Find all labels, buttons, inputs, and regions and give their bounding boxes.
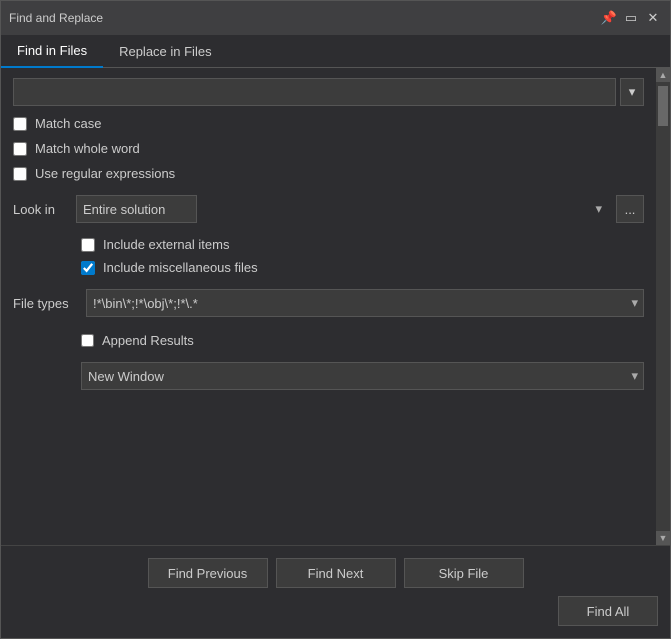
include-options: Include external items Include miscellan… [13,235,644,275]
restore-icon: ▭ [625,10,637,26]
secondary-button-row: Find All [13,596,658,626]
match-case-row: Match case [13,116,644,131]
append-results-row: Append Results [13,333,644,348]
scroll-thumb[interactable] [658,86,668,126]
output-select-wrapper: New Window Results Window 1 Results Wind… [81,362,644,390]
search-row: ▾ [13,78,644,106]
file-types-input-wrapper [86,289,644,317]
pin-icon: 📌 [601,10,617,26]
restore-button[interactable]: ▭ [622,9,640,27]
main-area: ▾ Match case Match whole word Use regula… [1,68,670,545]
look-in-select-wrapper: Entire solution Current Project Current … [76,195,608,223]
match-whole-word-label[interactable]: Match whole word [35,141,140,156]
search-input[interactable] [13,78,616,106]
tab-replace-in-files[interactable]: Replace in Files [103,35,228,67]
match-whole-word-checkbox[interactable] [13,142,27,156]
find-next-button[interactable]: Find Next [276,558,396,588]
output-select-row: New Window Results Window 1 Results Wind… [13,362,644,390]
append-results-label[interactable]: Append Results [102,333,194,348]
file-types-label: File types [13,296,78,311]
include-external-row: Include external items [81,237,644,252]
scroll-down-arrow[interactable]: ▼ [656,531,670,545]
look-in-select[interactable]: Entire solution Current Project Current … [76,195,197,223]
match-case-checkbox[interactable] [13,117,27,131]
search-dropdown-button[interactable]: ▾ [620,78,644,106]
output-select[interactable]: New Window Results Window 1 Results Wind… [81,362,644,390]
button-area: Find Previous Find Next Skip File Find A… [1,545,670,638]
append-results-checkbox[interactable] [81,334,94,347]
tab-bar: Find in Files Replace in Files [1,35,670,68]
scroll-up-arrow[interactable]: ▲ [656,68,670,82]
title-bar-controls: 📌 ▭ ✕ [600,9,662,27]
pin-button[interactable]: 📌 [600,9,618,27]
look-in-label: Look in [13,202,68,217]
include-misc-checkbox[interactable] [81,261,95,275]
file-types-input[interactable] [86,289,644,317]
use-regex-checkbox[interactable] [13,167,27,181]
window-title: Find and Replace [9,11,103,25]
look-in-row: Look in Entire solution Current Project … [13,195,644,223]
use-regex-row: Use regular expressions [13,166,644,181]
include-misc-row: Include miscellaneous files [81,260,644,275]
skip-file-button[interactable]: Skip File [404,558,524,588]
tab-find-in-files[interactable]: Find in Files [1,35,103,68]
file-types-row: File types [13,289,644,317]
match-case-label[interactable]: Match case [35,116,101,131]
find-previous-button[interactable]: Find Previous [148,558,268,588]
close-icon: ✕ [648,10,659,26]
include-external-checkbox[interactable] [81,238,95,252]
scrollbar[interactable]: ▲ ▼ [656,68,670,545]
browse-button[interactable]: ... [616,195,644,223]
find-all-button[interactable]: Find All [558,596,658,626]
include-external-label[interactable]: Include external items [103,237,229,252]
use-regex-label[interactable]: Use regular expressions [35,166,175,181]
scroll-track[interactable] [656,82,670,531]
chevron-down-icon: ▾ [629,84,636,100]
content-area: ▾ Match case Match whole word Use regula… [1,68,656,545]
title-bar: Find and Replace 📌 ▭ ✕ [1,1,670,35]
include-misc-label[interactable]: Include miscellaneous files [103,260,258,275]
find-replace-window: Find and Replace 📌 ▭ ✕ Find in Files Rep… [0,0,671,639]
primary-button-row: Find Previous Find Next Skip File [13,558,658,588]
close-button[interactable]: ✕ [644,9,662,27]
match-whole-word-row: Match whole word [13,141,644,156]
